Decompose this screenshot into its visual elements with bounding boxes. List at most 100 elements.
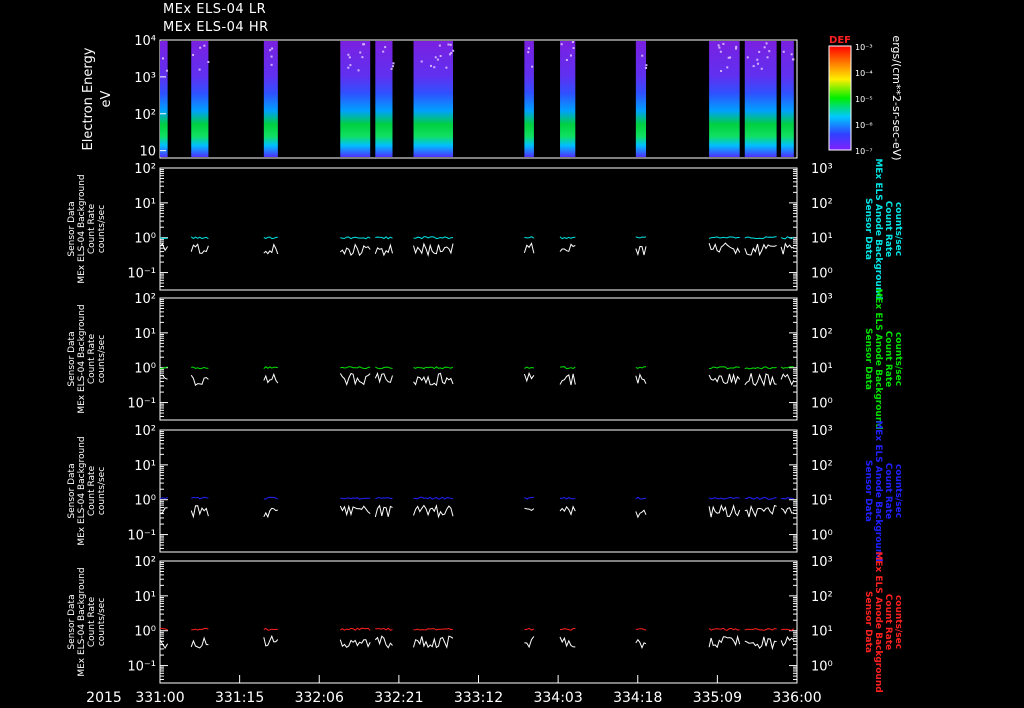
spectrogram-speckle (720, 70, 722, 72)
series-red-segment (375, 628, 392, 630)
spectrogram-speckle (445, 67, 447, 69)
series-cyan-segment (745, 237, 777, 239)
spectrogram-speckle (439, 45, 441, 47)
spectrogram-speckle (437, 59, 439, 61)
series-white-segment (745, 637, 777, 649)
series-white-segment (264, 508, 278, 517)
x-tick-label: 335:09 (693, 690, 742, 706)
x-tick-label: 331:00 (135, 690, 184, 706)
right-tick-label: 10¹ (811, 494, 833, 509)
left-axis-label: Count Rate (87, 203, 97, 254)
right-axis-label: counts/sec (893, 332, 903, 386)
spectrogram-speckle (391, 68, 393, 70)
series-white-segment (781, 637, 794, 646)
series-blue-segment (745, 497, 777, 499)
left-axis-label: counts/sec (97, 598, 107, 646)
series-blue-segment (560, 498, 575, 499)
panel-frame (160, 298, 797, 420)
spectrogram-speckle (347, 67, 349, 69)
series-white-segment (560, 244, 575, 251)
left-tick-label: 10² (134, 555, 156, 570)
spectrogram-interval-5 (414, 41, 453, 157)
left-axis-label: Sensor Data (67, 594, 77, 649)
series-green-segment (745, 367, 777, 369)
right-axis-label: Count Rate (883, 594, 893, 650)
spectrogram-speckle (384, 46, 386, 48)
spectrogram-speckle (271, 64, 273, 66)
spectrogram-speckle (162, 57, 164, 59)
x-tick-label: 334:18 (613, 690, 662, 706)
spectrogram-speckle (203, 45, 205, 47)
series-blue-segment (524, 497, 534, 499)
x-tick-label: 332:21 (374, 690, 423, 706)
spectrogram-interval-3 (340, 41, 370, 157)
left-axis-label: Count Rate (87, 465, 97, 516)
series-blue-segment (375, 498, 392, 499)
series-white-segment (560, 507, 575, 515)
spectrogram-speckle (718, 44, 720, 46)
colorbar-tick-label: 10⁻³ (855, 43, 873, 52)
series-blue-segment (414, 497, 454, 499)
left-axis-label: MEx ELS-04 Background (77, 304, 87, 413)
spectrogram-speckle (645, 64, 647, 66)
spectrogram-speckle (573, 47, 575, 49)
series-white-segment (636, 510, 646, 517)
left-axis-label: counts/sec (97, 205, 107, 253)
series-red-segment (160, 628, 168, 629)
series-green-segment (636, 367, 646, 369)
panel-frame (160, 168, 797, 290)
series-cyan-segment (375, 237, 392, 239)
spectrogram-speckle (271, 56, 273, 58)
right-tick-label: 10³ (811, 424, 833, 439)
right-tick-label: 10⁰ (811, 397, 833, 412)
spectrogram-interval-9 (709, 41, 740, 157)
spectrogram-speckle (729, 56, 731, 58)
x-tick-label: 333:12 (454, 690, 503, 706)
spectrogram-speckle (192, 54, 194, 56)
spectrogram-speckle (570, 55, 572, 57)
spectrogram-ytick-label: 10³ (134, 71, 156, 86)
spectrogram-speckle (447, 43, 449, 45)
series-blue-segment (781, 498, 794, 499)
spectrogram-speckle (363, 43, 365, 45)
series-blue-segment (160, 498, 168, 499)
left-tick-label: 10¹ (134, 459, 156, 474)
spectrogram-speckle (359, 51, 361, 53)
left-tick-label: 10⁰ (134, 625, 156, 640)
series-white-segment (414, 506, 454, 517)
spectrogram-speckle (756, 59, 758, 61)
series-blue-segment (191, 497, 208, 499)
spectrogram-speckle (783, 51, 785, 53)
spectrogram-interval-11 (781, 41, 794, 157)
right-tick-label: 10² (811, 197, 833, 212)
right-tick-label: 10⁰ (811, 660, 833, 675)
series-white-segment (636, 640, 646, 648)
right-axis-label: Sensor Data (863, 328, 873, 390)
series-red-segment (560, 628, 575, 630)
series-white-segment (781, 374, 794, 384)
spectrogram-speckle (452, 50, 454, 52)
left-tick-label: 10⁻¹ (127, 267, 156, 282)
x-tick-label: 336:00 (772, 690, 821, 706)
spectrogram-speckle (735, 46, 737, 48)
series-white-segment (340, 640, 370, 648)
right-axis-label: Sensor Data (863, 198, 873, 260)
spectrogram-speckle (761, 68, 763, 70)
series-blue-segment (264, 497, 278, 499)
spectrogram-speckle (791, 53, 793, 55)
series-white-segment (709, 637, 740, 648)
spectrogram-speckle (361, 56, 363, 58)
right-axis-label: counts/sec (893, 595, 903, 649)
series-green-segment (191, 367, 208, 369)
spectrogram-speckle (421, 61, 423, 63)
series-red-segment (709, 628, 740, 630)
spectrogram-speckle (767, 56, 769, 58)
series-white-segment (340, 245, 370, 256)
spectrogram-ytick-label: 10 (139, 145, 156, 160)
colorbar-title: DEF (829, 35, 851, 46)
spectrogram-speckle (349, 64, 351, 66)
spectrogram-speckle (531, 66, 533, 68)
spectrogram-speckle (450, 44, 452, 46)
spectrogram-speckle (435, 56, 437, 58)
plot-canvas: Electron Energy eV 1010²10³10⁴ DEF 10⁻³1… (0, 0, 1024, 708)
